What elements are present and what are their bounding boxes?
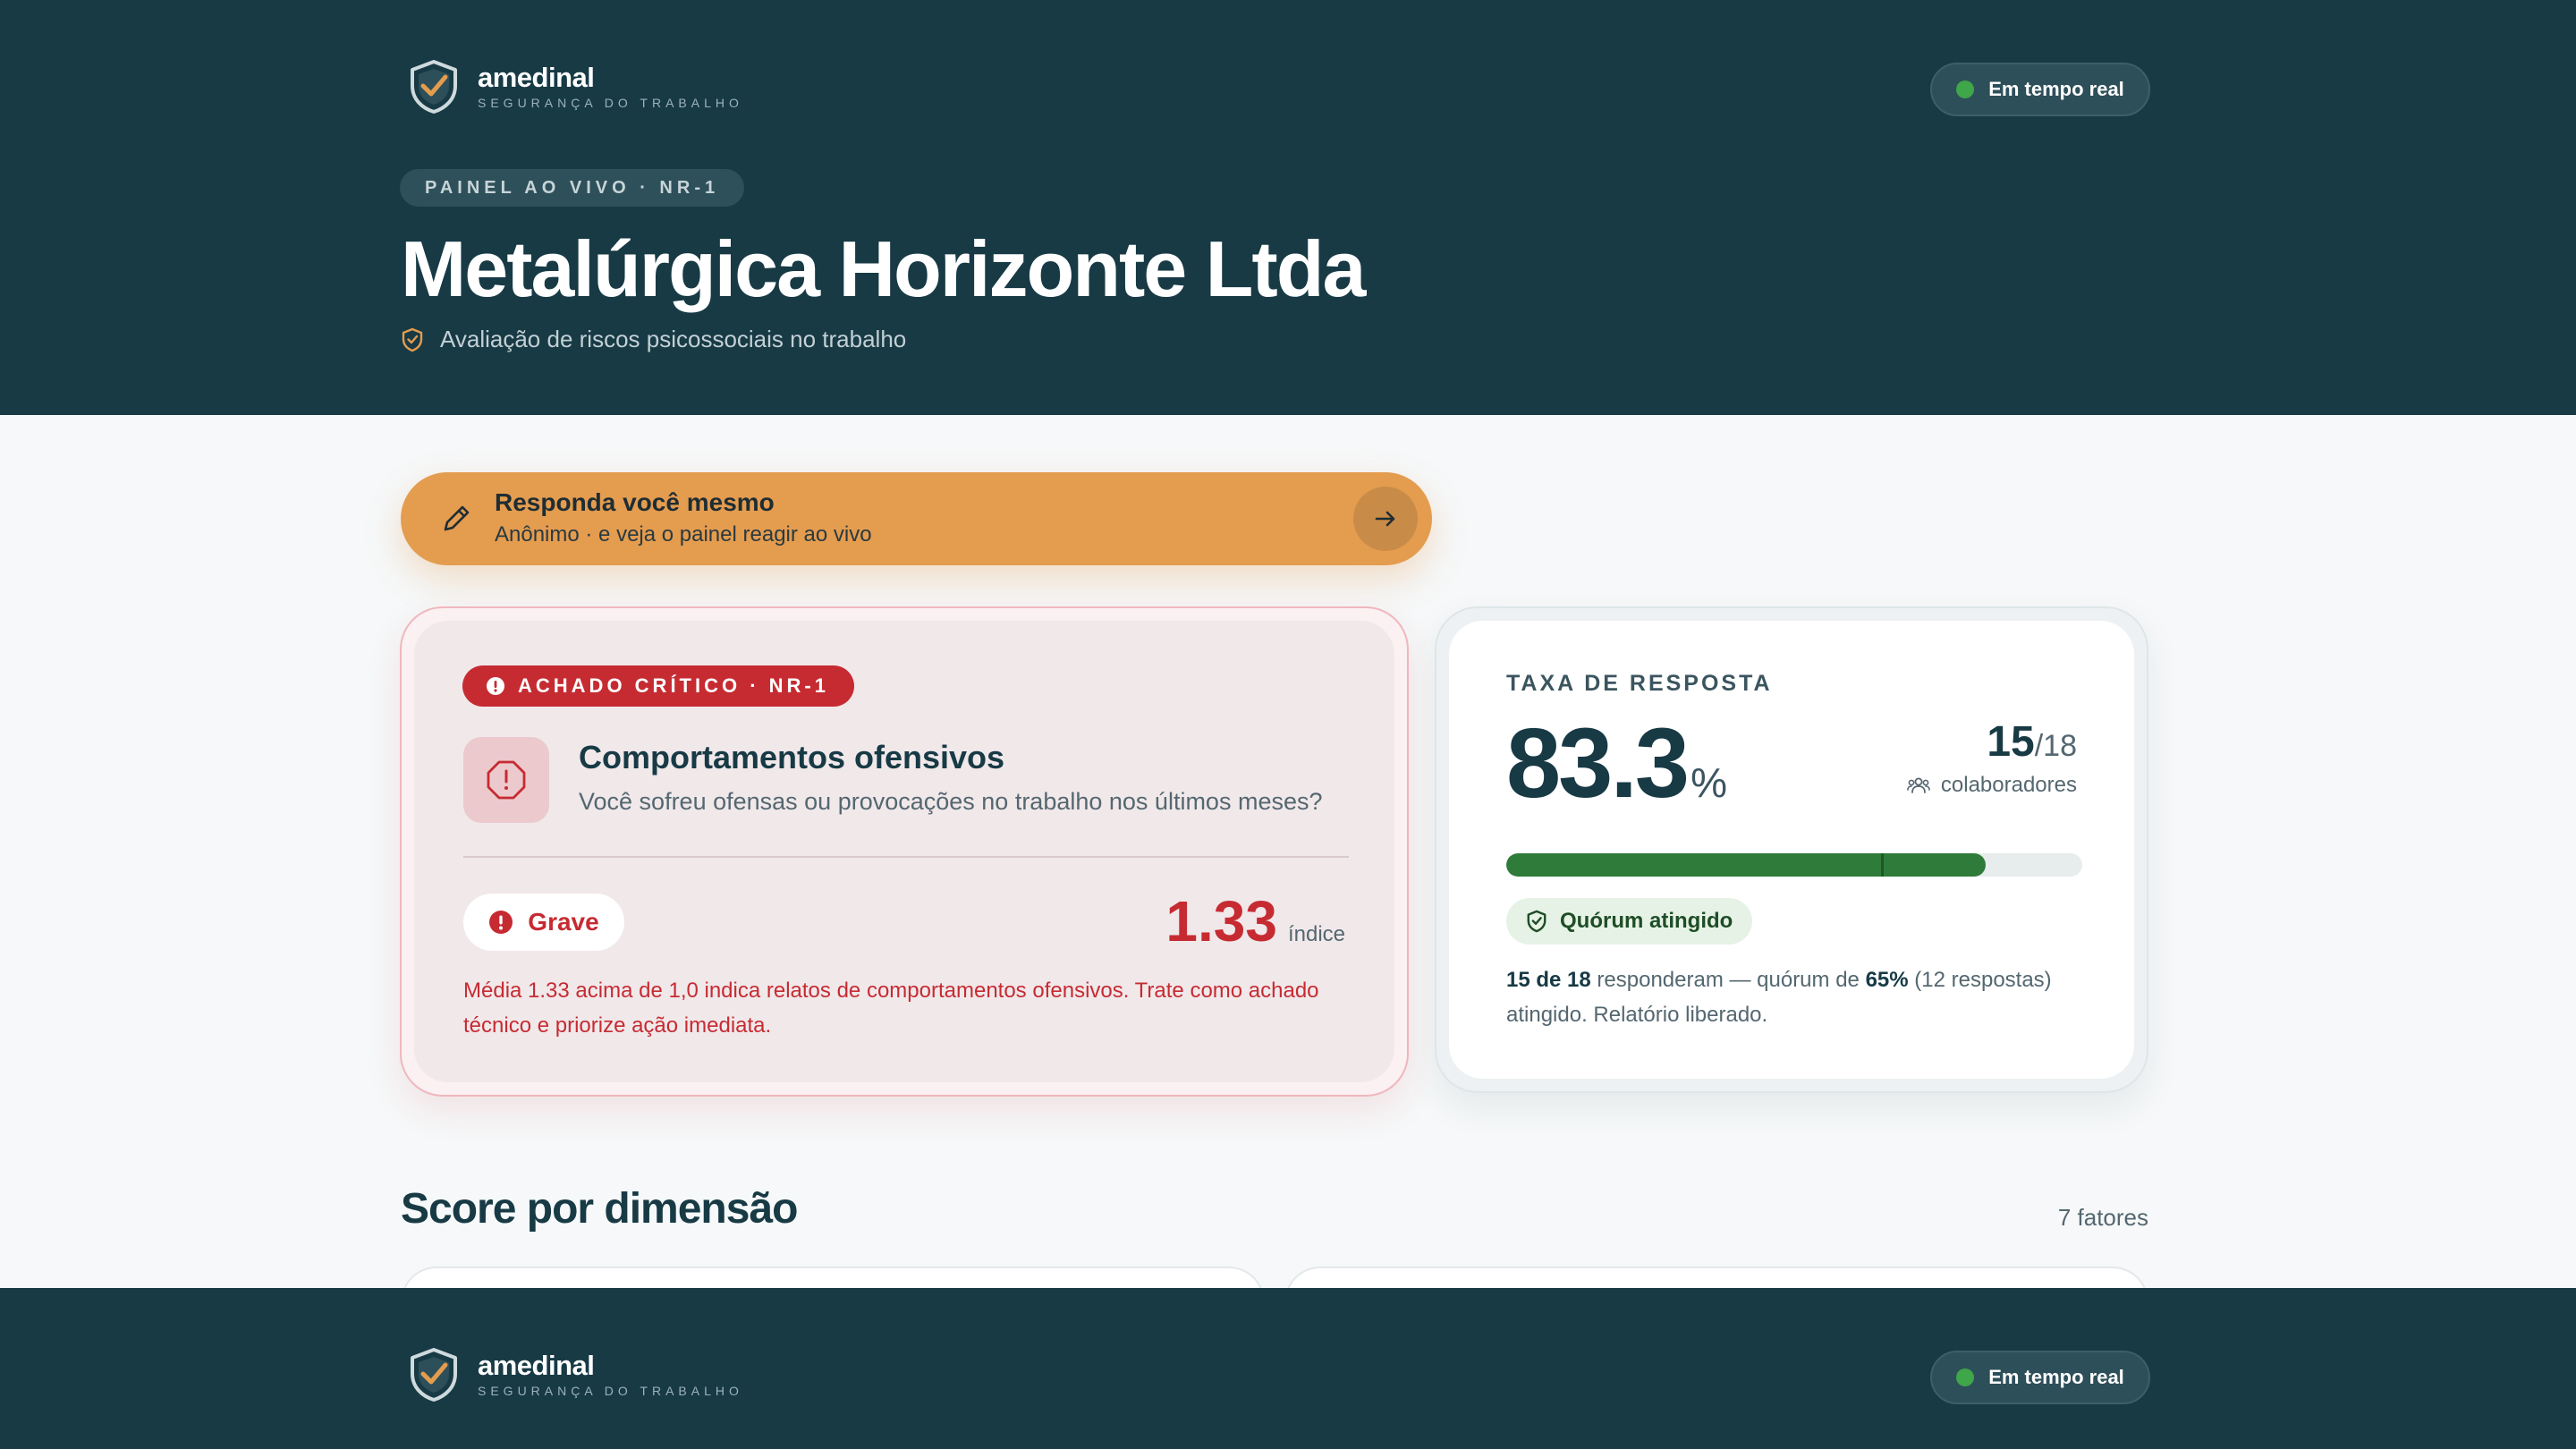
alert-circle-icon bbox=[489, 911, 513, 934]
pencil-icon bbox=[444, 505, 470, 531]
live-dot-icon bbox=[1956, 80, 1975, 98]
people-label: colaboradores bbox=[1907, 773, 2077, 798]
live-dot-icon bbox=[1956, 1368, 1975, 1386]
critical-note: Média 1.33 acima de 1,0 indica relatos d… bbox=[463, 979, 1319, 1038]
critical-badge-label: ACHADO CRÍTICO · NR-1 bbox=[518, 674, 829, 697]
response-rate-card[interactable]: TAXA DE RESPOSTA 83.3 % 15/18 colaborado… bbox=[1435, 606, 2148, 1093]
hero-header: amedinal SEGURANÇA DO TRABALHO Em tempo … bbox=[0, 0, 2576, 415]
quorum-label: Quórum atingido bbox=[1560, 909, 1733, 933]
critical-score-value: 1.33 bbox=[1165, 889, 1277, 953]
hero-subtitle: Avaliação de riscos psicossociais no tra… bbox=[401, 326, 906, 353]
brand-logo[interactable]: amedinal SEGURANÇA DO TRABALHO bbox=[408, 59, 743, 114]
response-progress-bar bbox=[1506, 853, 2082, 877]
responded-count: 15 bbox=[1987, 718, 2035, 766]
severity-badge: Grave bbox=[463, 894, 624, 951]
footer-brand-tagline: SEGURANÇA DO TRABALHO bbox=[478, 1384, 743, 1398]
alert-octagon-icon bbox=[487, 760, 526, 800]
company-title: Metalúrgica Horizonte Ltda bbox=[401, 225, 1366, 313]
total-count: /18 bbox=[2034, 729, 2077, 763]
critical-badge: ACHADO CRÍTICO · NR-1 bbox=[462, 665, 854, 707]
footer: amedinal SEGURANÇA DO TRABALHO Em tempo … bbox=[0, 1288, 2576, 1449]
dimensions-count: 7 fatores bbox=[2057, 1204, 2148, 1231]
cta-subtitle: Anônimo · e veja o painel reagir ao vivo bbox=[495, 522, 872, 547]
response-note-count: 15 de 18 bbox=[1506, 968, 1591, 992]
critical-divider bbox=[463, 856, 1349, 858]
live-status-pill[interactable]: Em tempo real bbox=[1930, 63, 2150, 116]
critical-title: Comportamentos ofensivos bbox=[579, 739, 1005, 775]
critical-question: Você sofreu ofensas ou provocações no tr… bbox=[579, 788, 1323, 815]
shield-check-icon bbox=[1527, 910, 1546, 933]
shield-check-icon bbox=[402, 327, 423, 352]
response-rate: 83.3 % bbox=[1506, 710, 1727, 818]
response-progress-fill bbox=[1506, 853, 1987, 877]
arrow-right-icon bbox=[1375, 511, 1395, 527]
response-rate-label: TAXA DE RESPOSTA bbox=[1506, 671, 1773, 696]
critical-icon-box bbox=[463, 737, 549, 823]
response-note-text-1: responderam — quórum de bbox=[1590, 968, 1866, 992]
alert-circle-icon bbox=[487, 677, 504, 695]
response-rate-value: 83.3 bbox=[1506, 708, 1690, 818]
people-label-text: colaboradores bbox=[1940, 773, 2077, 797]
response-note: 15 de 18 responderam — quórum de 65% (12… bbox=[1506, 962, 2097, 1032]
dimensions-title: Score por dimensão bbox=[401, 1185, 798, 1233]
hero-subtitle-text: Avaliação de riscos psicossociais no tra… bbox=[440, 326, 907, 352]
footer-live-status-pill[interactable]: Em tempo real bbox=[1930, 1351, 2150, 1404]
footer-live-status-label: Em tempo real bbox=[1988, 1366, 2124, 1388]
brand-tagline: SEGURANÇA DO TRABALHO bbox=[478, 96, 743, 110]
response-count: 15/18 bbox=[1987, 716, 2077, 773]
brand-name: amedinal bbox=[478, 62, 595, 93]
footer-brand-name: amedinal bbox=[478, 1350, 595, 1381]
shield-logo-icon bbox=[411, 60, 457, 114]
response-note-quorum: 65% bbox=[1865, 968, 1909, 992]
critical-score-label: índice bbox=[1287, 922, 1345, 946]
live-status-label: Em tempo real bbox=[1988, 78, 2124, 100]
users-icon bbox=[1907, 777, 1930, 793]
cta-title: Responda você mesmo bbox=[495, 488, 775, 516]
shield-logo-icon bbox=[411, 1348, 457, 1402]
hero-kicker: PAINEL AO VIVO · NR-1 bbox=[400, 169, 745, 207]
critical-finding-card[interactable]: ACHADO CRÍTICO · NR-1 Comportamentos ofe… bbox=[400, 606, 1409, 1097]
quorum-badge: Quórum atingido bbox=[1506, 898, 1753, 945]
cta-arrow-button[interactable] bbox=[1353, 487, 1418, 551]
answer-yourself-button[interactable]: Responda você mesmo Anônimo · e veja o p… bbox=[401, 472, 1432, 565]
footer-brand-logo[interactable]: amedinal SEGURANÇA DO TRABALHO bbox=[408, 1347, 743, 1402]
critical-score: 1.33 índice bbox=[1165, 887, 1345, 955]
quorum-marker bbox=[1880, 853, 1884, 877]
severity-label: Grave bbox=[528, 908, 599, 936]
response-rate-unit: % bbox=[1690, 759, 1727, 806]
